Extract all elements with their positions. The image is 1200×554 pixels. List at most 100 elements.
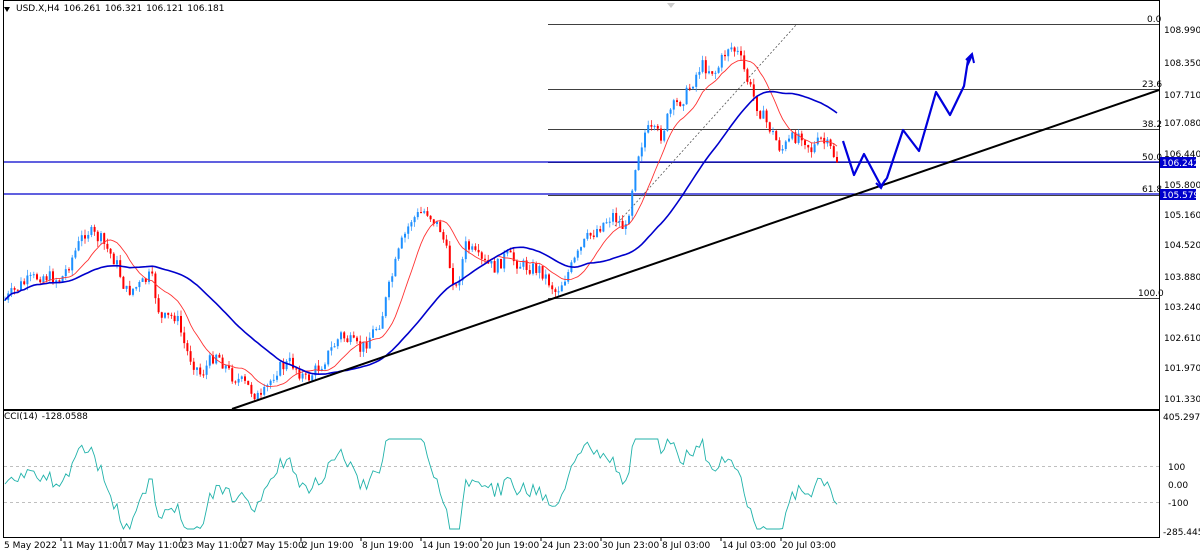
candle-body (541, 266, 544, 279)
uptrend-line[interactable] (231, 89, 1160, 410)
candle-body (647, 125, 650, 133)
candle-body (698, 71, 701, 75)
candle-body (42, 276, 45, 283)
candle-body (256, 392, 259, 400)
candle-body (269, 380, 272, 386)
candle-body (564, 281, 566, 286)
price-tick: 107.710 (1164, 91, 1200, 101)
candle-body (128, 285, 131, 295)
candle-body (634, 170, 637, 191)
candle-body (752, 84, 755, 97)
candle-body (471, 246, 474, 250)
candle-body (749, 81, 752, 85)
candle-body (477, 249, 480, 253)
candle-body (759, 111, 762, 119)
candle-body (605, 222, 608, 224)
candle-body (445, 239, 448, 246)
candle-body (832, 146, 835, 157)
candle-body (404, 233, 406, 238)
candle-body (68, 269, 70, 271)
fibonacci-retracement[interactable]: 0.0 23.6 38.2 50.0 61.8 100.0 (548, 15, 1164, 299)
candle-body (298, 369, 301, 379)
fib-level-100: 100.0 (1138, 289, 1164, 299)
candle-body (528, 270, 531, 274)
candle-body (736, 50, 739, 52)
candle-body (820, 137, 822, 139)
candle-body (519, 266, 522, 269)
chart-canvas[interactable]: 0.0 23.6 38.2 50.0 61.8 100.0 108.990 10… (0, 0, 1200, 554)
price-tick: 101.970 (1164, 364, 1200, 374)
candle-body (676, 100, 678, 102)
candle-body (71, 257, 74, 271)
fib-level-23: 23.6 (1142, 80, 1162, 90)
candle-body (567, 272, 570, 282)
time-label: 5 May 2022 (4, 541, 57, 551)
candle-body (336, 339, 339, 347)
candle-body (452, 268, 454, 285)
candle-body (279, 361, 282, 376)
candle-body (362, 341, 365, 352)
candle-body (813, 144, 816, 153)
forecast-path[interactable] (841, 53, 974, 188)
candle-body (48, 271, 51, 281)
candle-body (765, 110, 768, 123)
candle-body (420, 212, 422, 214)
fib-level-0: 0.0 (1147, 15, 1162, 25)
candle-body (397, 248, 400, 259)
candle-body (240, 376, 243, 379)
candle-body (349, 335, 352, 343)
candle-body (394, 258, 397, 277)
candle-body (711, 71, 714, 74)
candle-body (685, 87, 688, 105)
candle-body (551, 285, 554, 290)
candle-body (58, 280, 61, 282)
candle-body (84, 235, 86, 239)
candle-body (29, 274, 32, 276)
time-label: 17 May 11:00 (122, 541, 184, 551)
time-label: 27 May 15:00 (242, 541, 304, 551)
cci-line (4, 437, 838, 531)
candle-body (234, 381, 237, 383)
candle-body (426, 211, 429, 216)
candle-body (250, 384, 253, 394)
candle-body (688, 87, 691, 89)
price-tick: 103.880 (1164, 273, 1200, 283)
candle-body (100, 233, 102, 242)
candle-body (199, 367, 202, 375)
candle-body (295, 368, 298, 370)
price-tick: 105.160 (1164, 211, 1200, 221)
candle-body (439, 221, 442, 233)
candle-body (448, 245, 451, 269)
candle-body (791, 132, 794, 139)
candle-body (176, 315, 179, 322)
candle-body (663, 130, 666, 141)
candle-body (509, 250, 512, 253)
time-label: 11 May 11:00 (62, 541, 124, 551)
time-label: 8 Jul 03:00 (662, 541, 711, 551)
candle-body (756, 96, 758, 112)
candle-body (90, 226, 93, 235)
candle-body (660, 128, 662, 141)
candle-body (727, 49, 730, 57)
candle-body (823, 137, 826, 144)
candle-body (372, 329, 374, 338)
candle-body (74, 250, 77, 258)
candle-body (173, 315, 176, 322)
shift-marker-icon (667, 3, 675, 8)
candle-body (36, 274, 38, 280)
candle-body (288, 357, 291, 362)
candle-body (276, 375, 278, 380)
candle-body (656, 125, 659, 129)
candle-body (576, 250, 579, 258)
candle-body (708, 71, 710, 74)
candle-body (365, 341, 368, 349)
candle-body (45, 276, 48, 281)
time-label: 14 Jun 19:00 (422, 541, 479, 551)
candle-body (548, 274, 550, 286)
candle-body (26, 275, 29, 285)
candle-body (599, 229, 602, 232)
candle-body (407, 226, 410, 234)
candle-body (503, 253, 506, 269)
time-label: 2 Jun 19:00 (302, 541, 354, 551)
candle-body (391, 276, 394, 282)
